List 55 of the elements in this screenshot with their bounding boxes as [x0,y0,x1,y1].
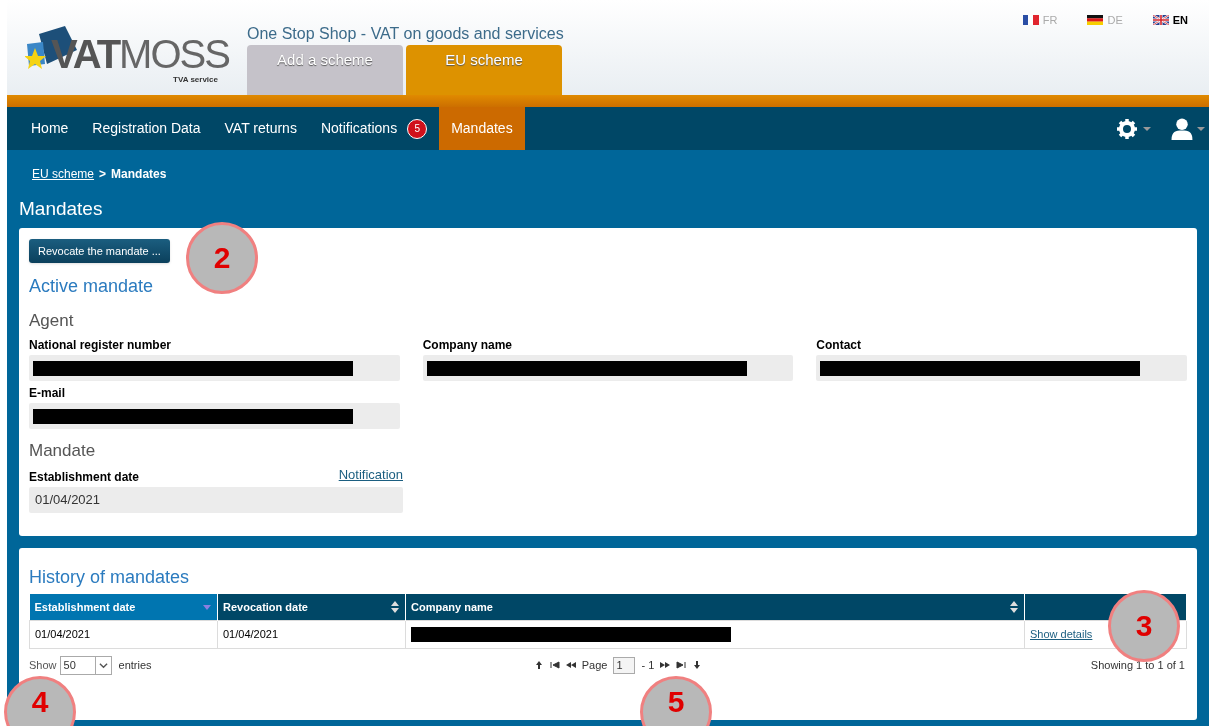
breadcrumb-link[interactable]: EU scheme [32,165,95,183]
notification-badge: 5 [407,118,428,139]
nav-item[interactable]: Mandates [439,107,525,150]
tagline-text: TVA service [173,74,218,86]
table-cell: 01/04/2021 [217,620,406,648]
breadcrumb-current: Mandates [111,166,167,183]
caret-icon [1143,126,1151,131]
nav-item[interactable]: VAT returns [212,107,309,150]
field-label: Establishment date [29,468,140,485]
arrow-up-icon[interactable] [533,660,544,670]
next-page-icon[interactable] [660,660,671,670]
nav-item[interactable]: Home [19,107,81,150]
field-label: Contact [816,337,862,354]
breadcrumb-separator: > [99,166,107,183]
field-label: Company name [422,337,513,354]
section-title: History of mandates [29,566,191,588]
page-number-field[interactable]: 1 [613,656,636,674]
previous-page-icon[interactable] [565,660,576,670]
arrow-down-icon[interactable] [692,660,703,670]
user-icon[interactable] [1171,117,1193,140]
last-page-icon[interactable] [676,660,687,670]
sort-icon [391,601,399,613]
field-label: National register number [29,337,173,354]
table-cell: 01/04/2021 [29,620,218,648]
flag-icon [1152,15,1169,26]
notification-link[interactable]: Notification [338,465,403,485]
language-link[interactable]: EN [1172,12,1188,29]
show-details-link[interactable]: Show details [1030,627,1093,640]
sort-icon [1010,601,1018,613]
column-header[interactable]: Establishment date [29,594,218,620]
sort-descending-icon [203,605,211,610]
subsection-heading: Mandate [29,441,97,462]
section-title: Active mandate [29,275,155,298]
wordmark-text: MOSS [119,32,229,76]
entries-label: entries [118,657,152,673]
column-header[interactable]: Revocation date [217,594,406,620]
page-title: Mandates [19,197,104,221]
flag-icon [1087,15,1104,26]
nav-item[interactable]: Notifications 5 [308,107,440,150]
show-label: Show [29,657,57,673]
caret-icon [1197,126,1205,131]
flag-icon [1022,15,1039,26]
input-field: 01/04/2021 [29,486,403,513]
site-title: One Stop Shop - VAT on goods and services [247,24,564,44]
field-label: E-mail [29,385,66,402]
wordmark-text: VAT [51,32,120,76]
column-header[interactable]: Company name [405,594,1025,620]
nav-item[interactable]: Registration Data [80,107,213,150]
first-page-icon[interactable] [549,660,560,670]
page-size-select[interactable]: 50 [59,655,112,675]
page-count: - 1 [641,657,655,673]
subsection-heading: Agent [29,311,75,332]
settings-icon[interactable] [1117,118,1137,139]
page-label: Page [581,657,608,673]
revocate-button[interactable]: Revocate the mandate ... [29,239,170,264]
